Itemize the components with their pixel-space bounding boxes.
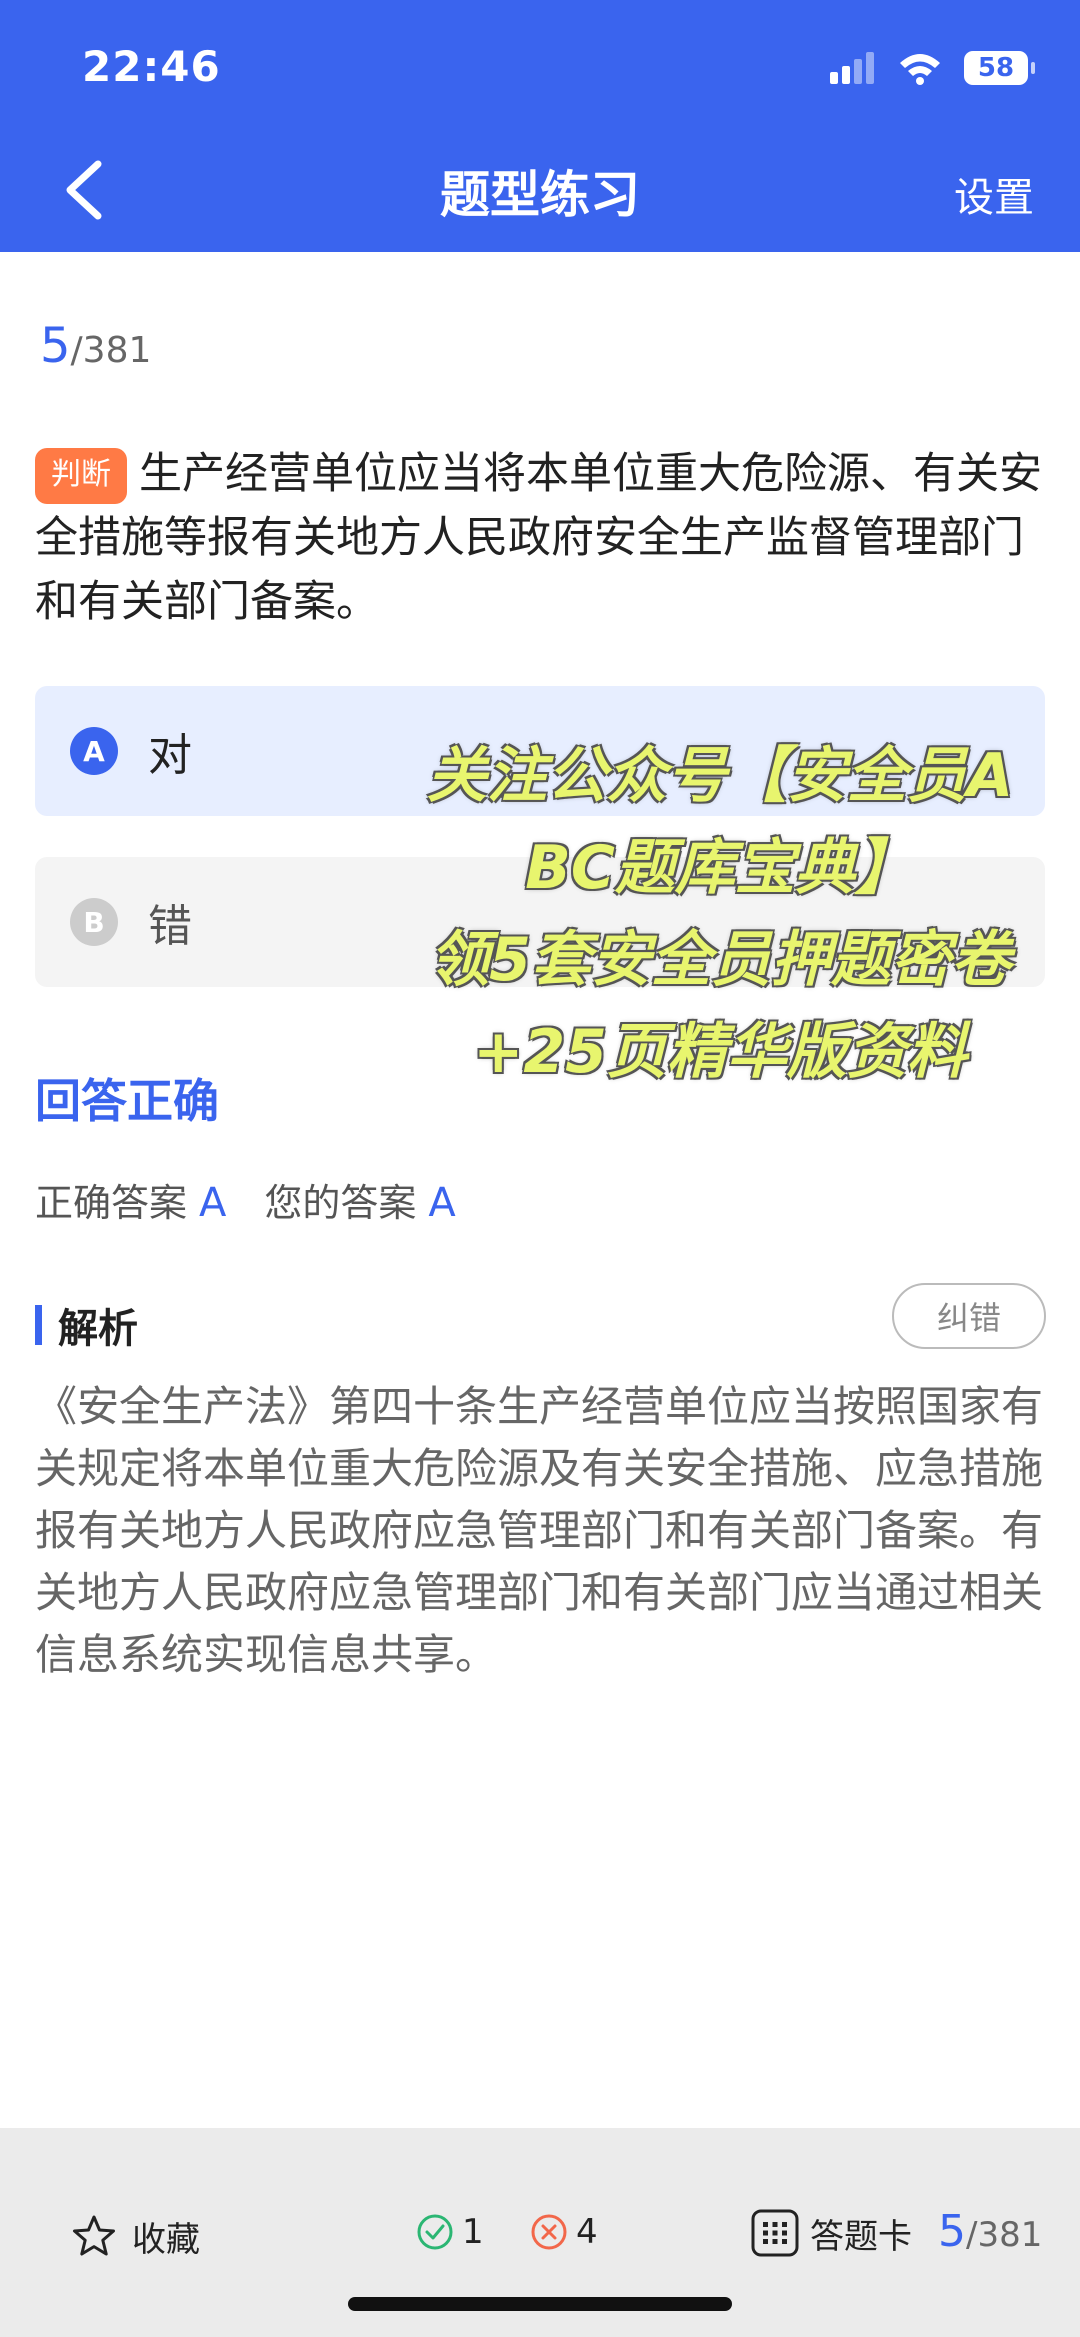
analysis-title: 解析 [58, 1306, 138, 1352]
cellular-signal-icon [830, 52, 874, 84]
option-a-text: 对 [148, 730, 192, 781]
counter-current: 5 [40, 318, 71, 374]
watermark-line: +25页精华版资料 [473, 1017, 967, 1087]
x-circle-icon [531, 2214, 567, 2250]
correct-count: 1 [416, 2212, 484, 2252]
status-icons: 58 [830, 48, 1035, 88]
watermark-line: BC题库宝典】 [525, 833, 915, 903]
option-b-text: 错 [148, 901, 192, 952]
question-stem: 生产经营单位应当将本单位重大危险源、有关安全措施等报有关地方人民政府安全生产监督… [35, 449, 1042, 627]
promo-watermark: 关注公众号【安全员A BC题库宝典】 领5套安全员押题密卷 +25页精华版资料 [370, 730, 1070, 1098]
answer-result: 回答正确 [35, 1074, 219, 1128]
report-error-button[interactable]: 纠错 [892, 1283, 1046, 1349]
question-type-badge: 判断 [35, 448, 127, 504]
answer-card-label: 答题卡 [810, 2216, 912, 2257]
analysis-header: 解析 [35, 1296, 138, 1354]
correct-answer-label: 正确答案 [35, 1181, 188, 1225]
analysis-accent-bar [35, 1305, 42, 1345]
favorite-button[interactable]: 收藏 [70, 2212, 200, 2261]
your-answer-label: 您的答案 [264, 1181, 417, 1225]
answer-card-button[interactable]: 答题卡 [750, 2208, 912, 2258]
battery-indicator: 58 [964, 51, 1035, 85]
favorite-label: 收藏 [132, 2220, 200, 2260]
wrong-count: 4 [530, 2212, 598, 2252]
status-time: 22:46 [82, 42, 221, 91]
home-indicator [348, 2297, 732, 2311]
settings-button[interactable]: 设置 [954, 165, 1034, 223]
option-b-letter: B [70, 898, 118, 946]
bottom-counter-current: 5 [938, 2206, 966, 2257]
wrong-count-value: 4 [576, 2212, 598, 2252]
counter-total: /381 [70, 330, 152, 371]
app-header: 22:46 58 题型练习 设置 [0, 0, 1080, 252]
analysis-text: 《安全生产法》第四十条生产经营单位应当按照国家有关规定将本单位重大危险源及有关安… [35, 1382, 1044, 1679]
question-text: 判断 生产经营单位应当将本单位重大危险源、有关安全措施等报有关地方人民政府安全生产… [35, 442, 1045, 634]
your-answer-value: A [428, 1180, 456, 1226]
grid-icon [751, 2209, 799, 2257]
bottom-counter-total: /381 [966, 2215, 1043, 2255]
bottom-question-counter: 5/381 [938, 2206, 1042, 2257]
option-a-letter: A [70, 727, 118, 775]
correct-answer-value: A [199, 1180, 227, 1226]
watermark-line: 领5套安全员押题密卷 [429, 925, 1011, 995]
watermark-line: 关注公众号【安全员A [426, 741, 1014, 811]
wifi-icon [900, 54, 940, 85]
check-circle-icon [417, 2214, 453, 2250]
question-counter: 5/381 [40, 318, 151, 374]
correct-count-value: 1 [462, 2212, 484, 2252]
answer-summary: 正确答案 A 您的答案 A [35, 1172, 494, 1227]
page-title: 题型练习 [440, 166, 640, 224]
star-icon [73, 2215, 115, 2255]
